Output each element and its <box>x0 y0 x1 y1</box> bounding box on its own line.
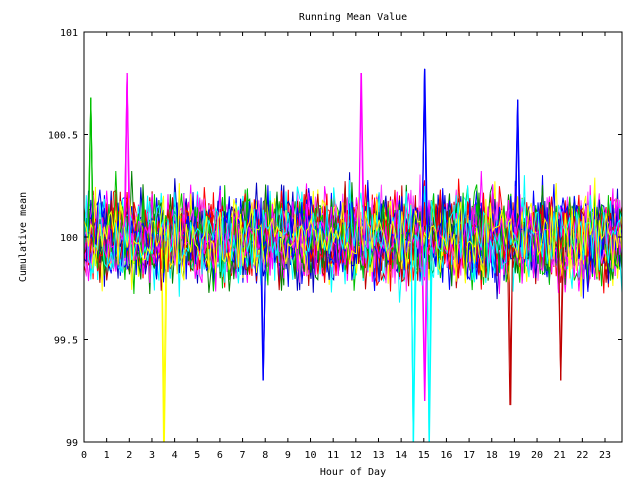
x-tick-label: 20 <box>531 450 543 461</box>
x-tick-label: 6 <box>217 450 223 461</box>
chart: Running Mean Value 0 1 2 3 4 5 6 7 8 9 10 11 12 13 14 1… <box>18 12 623 478</box>
x-tick-label: 8 <box>262 450 268 461</box>
x-tick-label: 23 <box>599 450 611 461</box>
chart-title: Running Mean Value <box>299 12 407 23</box>
x-tick-label: 11 <box>327 450 339 461</box>
x-tick-label: 17 <box>463 450 475 461</box>
x-tick-label: 13 <box>372 450 384 461</box>
x-tick-label: 16 <box>440 450 452 461</box>
x-tick-label: 3 <box>149 450 155 461</box>
x-tick-label: 12 <box>350 450 362 461</box>
y-tick-label: 100 <box>60 233 78 244</box>
y-tick-label: 99 <box>66 438 78 449</box>
x-tick-label: 21 <box>554 450 566 461</box>
x-tick-label: 0 <box>81 450 87 461</box>
x-tick-label: 19 <box>508 450 520 461</box>
y-tick-label: 99.5 <box>54 336 78 347</box>
x-tick-label: 15 <box>418 450 430 461</box>
y-tick-label: 100.5 <box>48 131 78 142</box>
y-axis-label: Cumulative mean <box>18 192 29 282</box>
x-tick-label: 10 <box>305 450 317 461</box>
x-tick-label: 4 <box>172 450 178 461</box>
x-tick-label: 1 <box>104 450 110 461</box>
x-tick-label: 9 <box>285 450 291 461</box>
x-tick-label: 22 <box>576 450 588 461</box>
series-layer <box>83 68 623 443</box>
y-tick-label: 101 <box>60 28 78 39</box>
x-tick-label: 18 <box>486 450 498 461</box>
x-axis-label: Hour of Day <box>320 467 386 478</box>
x-tick-label: 7 <box>240 450 246 461</box>
x-tick-label: 14 <box>395 450 407 461</box>
x-tick-label: 2 <box>126 450 132 461</box>
x-tick-label: 5 <box>194 450 200 461</box>
